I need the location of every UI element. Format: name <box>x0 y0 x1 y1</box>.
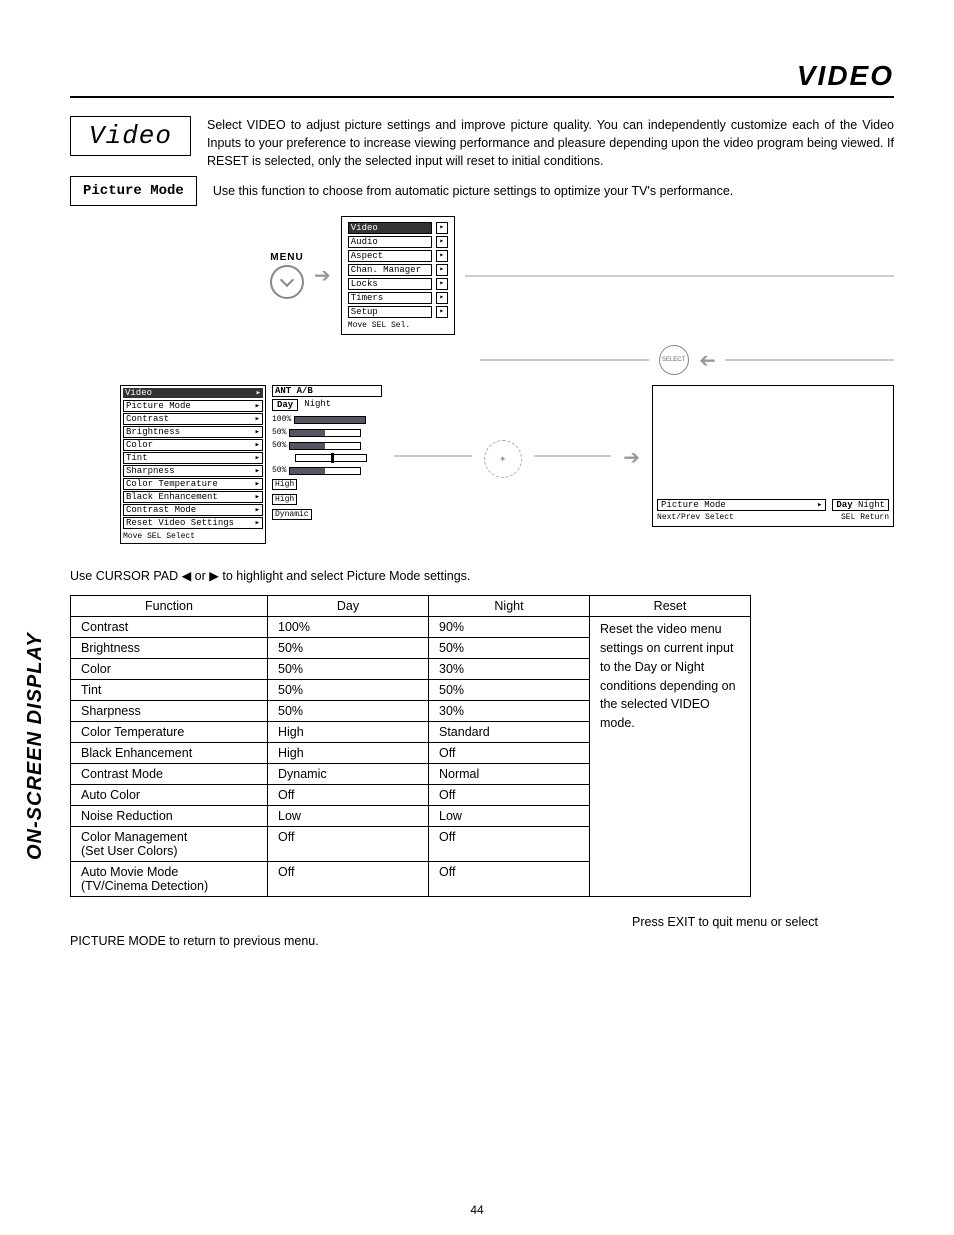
page-title: VIDEO <box>70 60 894 98</box>
cursor-instruction: Use CURSOR PAD ◀ or ▶ to highlight and s… <box>70 568 894 583</box>
table-row: Contrast100%90%Reset the video menu sett… <box>71 617 751 638</box>
arrow-right-icon: ➔ <box>623 445 640 470</box>
exit-instruction: Press EXIT to quit menu or select PICTUR… <box>70 913 894 951</box>
cursor-pad-icon: ✦ <box>484 440 522 478</box>
settings-table: Function Day Night Reset Contrast100%90%… <box>70 595 751 897</box>
intro-paragraph: Select VIDEO to adjust picture settings … <box>207 116 894 170</box>
arrow-right-icon: ➔ <box>314 263 331 288</box>
col-header-night: Night <box>429 596 590 617</box>
col-header-reset: Reset <box>590 596 751 617</box>
picture-mode-label: Picture Mode <box>70 176 197 206</box>
picture-mode-osd: Picture Mode▸ Day Night Next/Prev Select… <box>652 385 894 527</box>
side-label: ON-SCREEN DISPLAY <box>24 632 47 860</box>
arrow-left-icon: ➔ <box>699 348 716 373</box>
col-header-day: Day <box>268 596 429 617</box>
select-button-icon: SELECT <box>659 345 689 375</box>
picture-mode-description: Use this function to choose from automat… <box>213 184 733 198</box>
navigation-diagram: MENU ➔ Video▸ Audio▸ Aspect▸ Chan. Manag… <box>90 216 894 544</box>
video-settings-osd: Video▸ Picture Mode▸ Contrast▸ Brightnes… <box>120 385 382 544</box>
video-section-label: Video <box>70 116 191 156</box>
col-header-function: Function <box>71 596 268 617</box>
menu-knob-icon: MENU <box>270 252 304 299</box>
page-number: 44 <box>0 1203 954 1217</box>
main-menu-osd: Video▸ Audio▸ Aspect▸ Chan. Manager▸ Loc… <box>341 216 455 335</box>
